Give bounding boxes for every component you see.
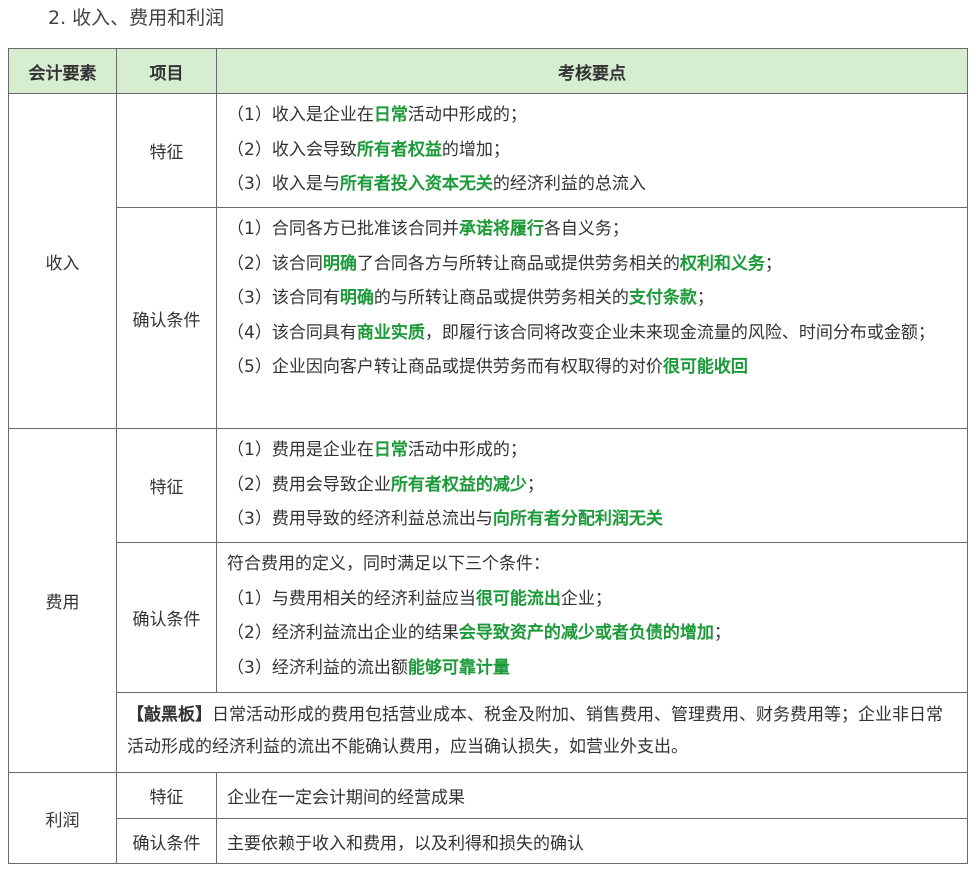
point-text: （1）合同各方已批准该合同并 xyxy=(227,219,459,239)
point-text: 活动中形成的； xyxy=(407,440,527,460)
header-points: 考核要点 xyxy=(216,48,968,94)
profit-feature-row: 利润 特征 企业在一定会计期间的经营成果 xyxy=(8,772,968,864)
point-text: （1）费用是企业在 xyxy=(227,440,374,460)
point-text: （1）收入是企业在 xyxy=(227,105,374,125)
keyword-highlight: 承诺将履行 xyxy=(458,219,544,239)
point-text: 活动中形成的； xyxy=(407,105,527,125)
point-text: （3）该合同有 xyxy=(227,288,340,308)
element-revenue: 收入 xyxy=(8,93,117,429)
item-profit-feature: 特征 xyxy=(116,772,217,819)
keyword-highlight: 所有者权益 xyxy=(356,139,442,160)
keyword-highlight: 会导致资产的减少或者负债的增加 xyxy=(458,623,714,643)
point-text: （2）收入会导致 xyxy=(227,139,357,160)
header-element: 会计要素 xyxy=(8,48,117,94)
point-line: （4）该合同具有商业实质，即履行该合同将改变企业未来现金流量的风险、时间分布或金… xyxy=(227,316,957,351)
point-text: （4）该合同具有 xyxy=(227,322,357,343)
keyword-highlight: 很可能收回 xyxy=(662,357,748,377)
point-text: ； xyxy=(713,623,731,643)
keyword-highlight: 很可能流出 xyxy=(475,588,561,609)
point-text: 的与所转让商品或提供劳务相关的 xyxy=(373,288,629,308)
expense-tip-row: 【敲黑板】日常活动形成的费用包括营业成本、税金及附加、销售费用、管理费用、财务费… xyxy=(9,692,968,773)
item-expense-conditions: 确认条件 xyxy=(116,542,217,693)
point-line: （3）经济利益的流出额能够可靠计量 xyxy=(227,651,957,686)
point-line: （2）费用会导致企业所有者权益的减少； xyxy=(227,468,957,503)
expense-tip: 【敲黑板】日常活动形成的费用包括营业成本、税金及附加、销售费用、管理费用、财务费… xyxy=(116,692,968,773)
keyword-highlight: 权利和义务 xyxy=(679,253,765,274)
point-line: （1）收入是企业在日常活动中形成的； xyxy=(227,98,957,133)
point-line: （1）合同各方已批准该合同并承诺将履行各自义务； xyxy=(227,212,957,247)
keyword-highlight: 支付条款 xyxy=(628,288,697,308)
point-text: （2）该合同 xyxy=(227,253,323,274)
revenue-conditions-row: 确认条件 （1）合同各方已批准该合同并承诺将履行各自义务； （2）该合同明确了合同… xyxy=(9,207,968,429)
point-text: （2）费用会导致企业 xyxy=(227,474,391,495)
profit-conditions-text: 主要依赖于收入和费用，以及利得和损失的确认 xyxy=(216,818,968,864)
point-text: ； xyxy=(696,288,714,308)
expense-feature-points: （1）费用是企业在日常活动中形成的； （2）费用会导致企业所有者权益的减少； （3）… xyxy=(216,428,968,543)
element-profit: 利润 xyxy=(8,772,117,864)
tip-label: 【敲黑板】 xyxy=(127,705,212,725)
table-header-row: 会计要素 项目 考核要点 xyxy=(8,48,968,94)
keyword-highlight: 向所有者分配利润无关 xyxy=(492,509,663,529)
point-line: （2）收入会导致所有者权益的增加； xyxy=(227,133,957,168)
point-line: （5）企业因向客户转让商品或提供劳务而有权取得的对价很可能收回 xyxy=(227,350,957,385)
element-expense: 费用 xyxy=(8,428,117,773)
expense-conditions-points: 符合费用的定义，同时满足以下三个条件： （1）与费用相关的经济利益应当很可能流出企… xyxy=(216,542,968,693)
profit-feature-text: 企业在一定会计期间的经营成果 xyxy=(216,772,968,819)
point-text: （2）经济利益流出企业的结果 xyxy=(227,623,459,643)
point-text: （3）费用导致的经济利益总流出与 xyxy=(227,509,493,529)
item-revenue-conditions: 确认条件 xyxy=(116,207,217,429)
revenue-feature-points: （1）收入是企业在日常活动中形成的； （2）收入会导致所有者权益的增加； （3）收入… xyxy=(216,93,968,208)
item-profit-conditions: 确认条件 xyxy=(116,818,217,864)
item-expense-feature: 特征 xyxy=(116,428,217,543)
keyword-highlight: 所有者权益的减少 xyxy=(390,474,527,495)
revenue-conditions-points: （1）合同各方已批准该合同并承诺将履行各自义务； （2）该合同明确了合同各方与所转… xyxy=(216,207,968,429)
elements-table: 会计要素 项目 考核要点 收入 特征 （1）收入是企业在日常活动中形成的； （2）… xyxy=(8,48,968,864)
keyword-highlight: 明确 xyxy=(322,253,357,274)
point-text: 符合费用的定义，同时满足以下三个条件： xyxy=(227,554,550,574)
point-line: 符合费用的定义，同时满足以下三个条件： xyxy=(227,547,957,582)
item-revenue-feature: 特征 xyxy=(116,93,217,208)
keyword-highlight: 日常 xyxy=(373,440,408,460)
point-line: （1）与费用相关的经济利益应当很可能流出企业； xyxy=(227,582,957,617)
point-text: （1）与费用相关的经济利益应当 xyxy=(227,588,476,609)
keyword-highlight: 能够可靠计量 xyxy=(407,657,510,678)
header-item: 项目 xyxy=(116,48,217,94)
point-text: 的增加； xyxy=(441,139,510,160)
keyword-highlight: 商业实质 xyxy=(356,322,425,343)
expense-feature-row: 费用 特征 （1）费用是企业在日常活动中形成的； （2）费用会导致企业所有者权益的… xyxy=(8,428,968,773)
keyword-highlight: 明确 xyxy=(339,288,374,308)
point-line: （3）费用导致的经济利益总流出与向所有者分配利润无关 xyxy=(227,502,957,537)
profit-conditions-row: 确认条件 主要依赖于收入和费用，以及利得和损失的确认 xyxy=(9,818,968,864)
point-line: （3）该合同有明确的与所转让商品或提供劳务相关的支付条款； xyxy=(227,281,957,316)
point-text: ，即履行该合同将改变企业未来现金流量的风险、时间分布或金额； xyxy=(424,322,935,343)
revenue-feature-row: 收入 特征 （1）收入是企业在日常活动中形成的； （2）收入会导致所有者权益的增加… xyxy=(8,93,968,429)
point-line: （2）该合同明确了合同各方与所转让商品或提供劳务相关的权利和义务； xyxy=(227,247,957,282)
point-text: （5）企业因向客户转让商品或提供劳务而有权取得的对价 xyxy=(227,357,663,377)
point-line: （2）经济利益流出企业的结果会导致资产的减少或者负债的增加； xyxy=(227,616,957,651)
point-text: 企业； xyxy=(560,588,612,609)
keyword-highlight: 所有者投入资本无关 xyxy=(339,174,493,194)
section-title: 2. 收入、费用和利润 xyxy=(48,7,225,29)
point-text: （3）收入是与 xyxy=(227,174,340,194)
point-text: ； xyxy=(764,253,782,274)
keyword-highlight: 日常 xyxy=(373,105,408,125)
point-line: （1）费用是企业在日常活动中形成的； xyxy=(227,433,957,468)
point-text: （3）经济利益的流出额 xyxy=(227,657,408,678)
point-line: （3）收入是与所有者投入资本无关的经济利益的总流入 xyxy=(227,167,957,202)
tip-text: 日常活动形成的费用包括营业成本、税金及附加、销售费用、管理费用、财务费用等；企业… xyxy=(127,705,943,757)
point-text: ； xyxy=(526,474,544,495)
point-text: 了合同各方与所转让商品或提供劳务相关的 xyxy=(356,253,680,274)
expense-conditions-row: 确认条件 符合费用的定义，同时满足以下三个条件： （1）与费用相关的经济利益应当很… xyxy=(9,542,968,693)
page: 2. 收入、费用和利润 会计要素 项目 考核要点 收入 特征 （1）收入是企业在… xyxy=(0,0,979,872)
point-text: 各自义务； xyxy=(543,219,629,239)
point-text: 的经济利益的总流入 xyxy=(492,174,646,194)
